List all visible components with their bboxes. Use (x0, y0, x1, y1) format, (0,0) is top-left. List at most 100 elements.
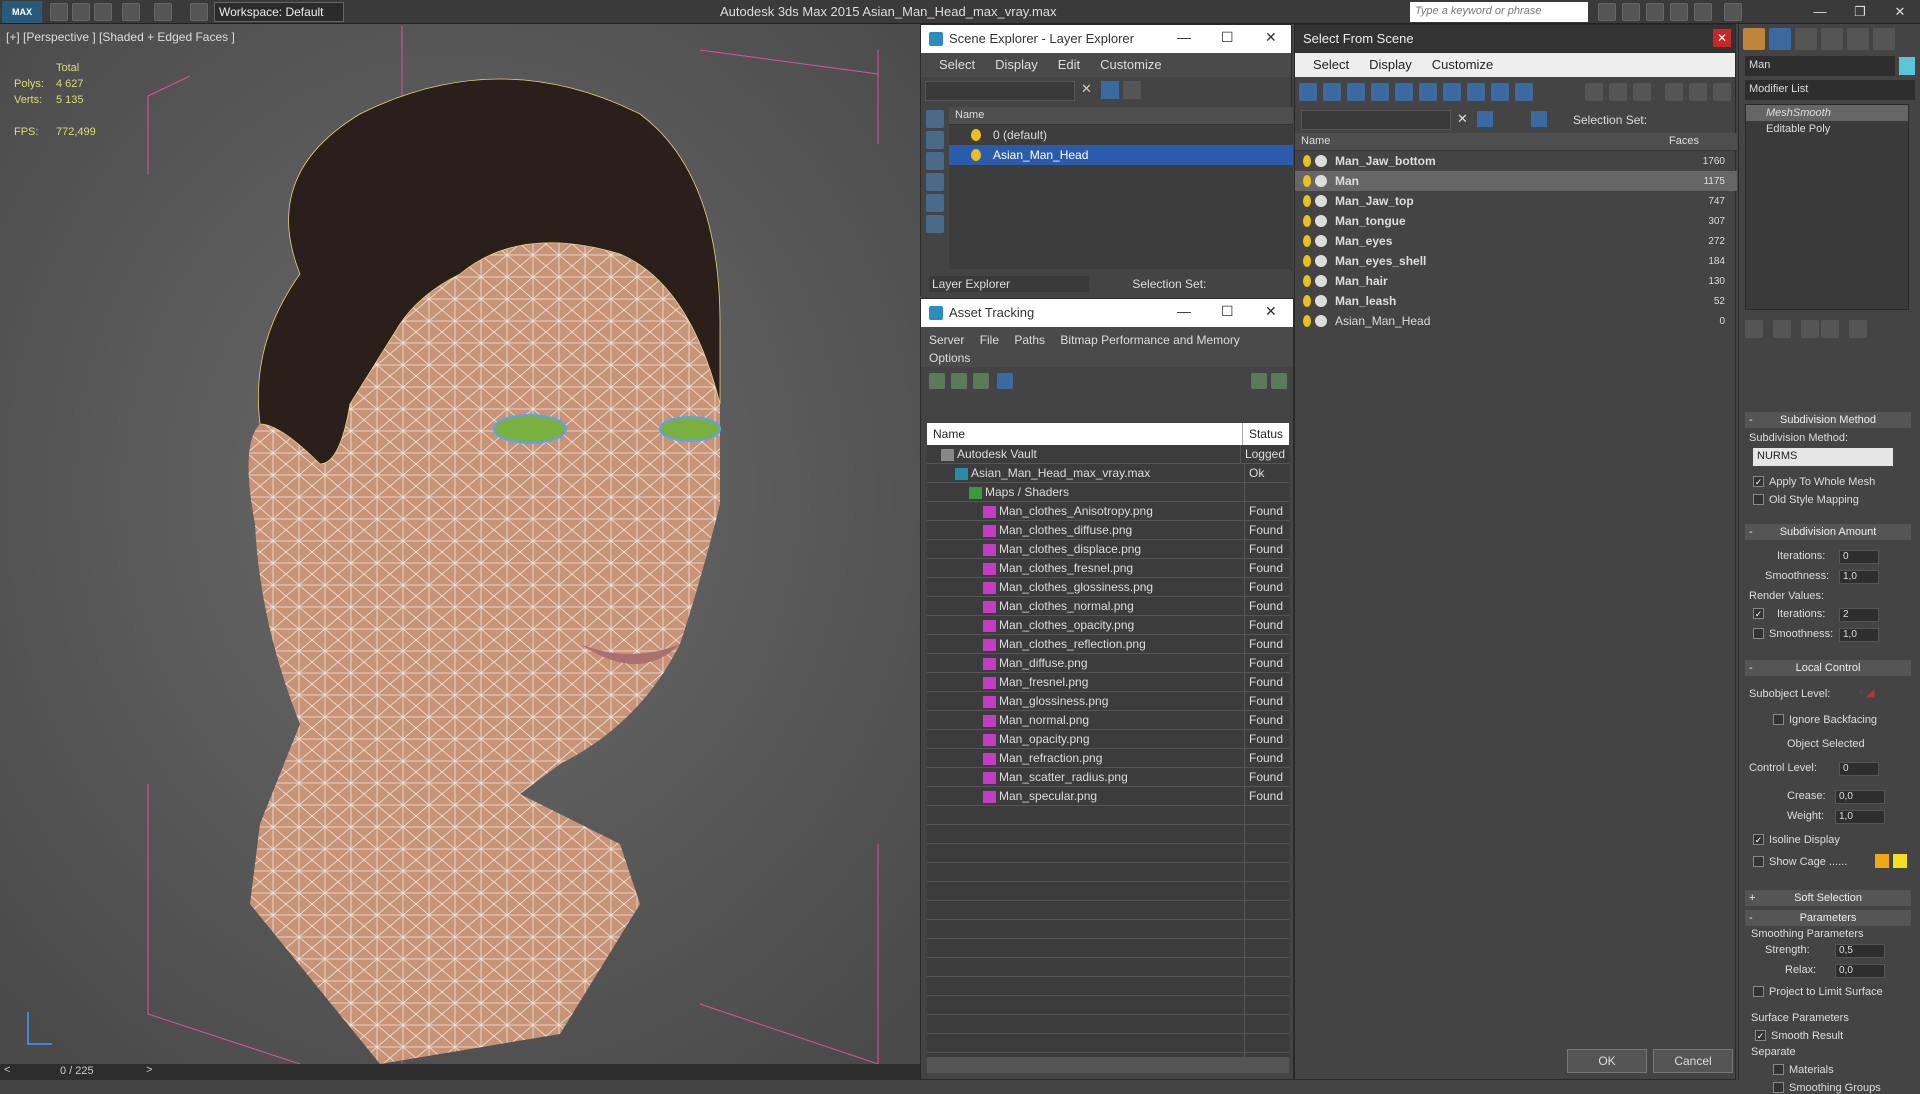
object-row[interactable]: Man_eyes 272 (1295, 231, 1737, 251)
motion-tab-icon[interactable] (1821, 28, 1843, 50)
pin-stack-icon[interactable] (1745, 320, 1763, 338)
object-name-field[interactable]: Man (1745, 56, 1895, 76)
project-limit-checkbox[interactable] (1753, 986, 1764, 997)
time-slider[interactable]: < 0 / 225 > (0, 1064, 922, 1080)
filter-icon[interactable] (1101, 81, 1119, 99)
rollout-local-control[interactable]: - Local Control (1745, 660, 1911, 676)
binoculars-icon[interactable] (1598, 3, 1616, 21)
bulb-icon[interactable] (971, 149, 981, 161)
menu-customize[interactable]: Customize (1090, 53, 1171, 77)
subdiv-method-dropdown[interactable]: NURMS (1753, 448, 1893, 466)
asset-row[interactable]: Man_clothes_opacity.png Found (927, 616, 1289, 635)
hierarchy-tab-icon[interactable] (1795, 28, 1817, 50)
asset-row[interactable]: Man_scatter_radius.png Found (927, 768, 1289, 787)
explorer-type-dropdown[interactable]: Layer Explorer (929, 276, 1089, 292)
menu-paths[interactable]: Paths (1014, 333, 1045, 347)
render-smoothness-spinner[interactable]: 1,0 (1839, 628, 1879, 642)
bulb-icon[interactable] (1303, 315, 1311, 327)
display-helpers-icon[interactable] (926, 194, 944, 212)
smoothness-spinner[interactable]: 1,0 (1839, 570, 1879, 584)
tools-icon[interactable] (1622, 3, 1640, 21)
find-input[interactable] (1301, 110, 1451, 130)
undo-icon[interactable] (122, 3, 140, 21)
asset-row[interactable]: Man_clothes_reflection.png Found (927, 635, 1289, 654)
select-from-scene-titlebar[interactable]: Select From Scene ✕ (1295, 25, 1735, 53)
menu-edit[interactable]: Edit (1048, 53, 1090, 77)
close-x-icon[interactable] (1694, 3, 1712, 21)
asset-row[interactable]: Man_clothes_fresnel.png Found (927, 559, 1289, 578)
workspace-dropdown[interactable]: Workspace: Default (214, 2, 344, 22)
filter-xrefs-icon[interactable] (1467, 83, 1485, 101)
iterations-spinner[interactable]: 0 (1839, 550, 1879, 564)
rollout-subdivision-method[interactable]: - Subdivision Method (1745, 412, 1911, 428)
object-row[interactable]: Man_tongue 307 (1295, 211, 1737, 231)
apply-whole-mesh-checkbox[interactable]: ✓ (1753, 476, 1764, 487)
asset-row[interactable]: Man_clothes_diffuse.png Found (927, 521, 1289, 540)
modifier-list-dropdown[interactable]: Modifier List (1745, 80, 1915, 100)
select-invert-icon[interactable] (1633, 83, 1651, 101)
display-spacewarps-icon[interactable] (926, 215, 944, 233)
configure-sets-icon[interactable] (1849, 320, 1867, 338)
redo-icon[interactable] (154, 3, 172, 21)
horizontal-scrollbar[interactable] (927, 1057, 1289, 1073)
menu-bitmap-performance[interactable]: Bitmap Performance and Memory (1060, 333, 1239, 347)
minimize-icon[interactable]: — (1177, 29, 1191, 45)
control-level-spinner[interactable]: 0 (1839, 762, 1879, 776)
filter-helpers-icon[interactable] (1395, 83, 1413, 101)
object-row[interactable]: Man_hair 130 (1295, 271, 1737, 291)
asset-row[interactable]: Man_normal.png Found (927, 711, 1289, 730)
asset-row[interactable]: Man_glossiness.png Found (927, 692, 1289, 711)
project-folder-icon[interactable] (190, 3, 208, 21)
prev-frame-icon[interactable]: < (4, 1064, 10, 1076)
cage-color-swatch[interactable] (1875, 854, 1889, 868)
menu-customize[interactable]: Customize (1422, 53, 1503, 77)
asset-row[interactable]: Man_opacity.png Found (927, 730, 1289, 749)
relax-spinner[interactable]: 0,0 (1835, 964, 1885, 978)
bulb-icon[interactable] (1303, 195, 1311, 207)
minimize-icon[interactable]: — (1177, 303, 1191, 319)
scene-search-input[interactable] (925, 81, 1075, 101)
filter-shapes-icon[interactable] (1323, 83, 1341, 101)
maximize-icon[interactable]: ☐ (1221, 29, 1234, 46)
asset-row[interactable]: Man_clothes_normal.png Found (927, 597, 1289, 616)
close-icon[interactable]: ✕ (1265, 303, 1277, 320)
open-file-icon[interactable] (72, 3, 90, 21)
asset-row[interactable]: Man_specular.png Found (927, 787, 1289, 806)
bulb-icon[interactable] (1303, 215, 1311, 227)
hierarchy-icon[interactable] (1689, 83, 1707, 101)
close-icon[interactable]: ✕ (1265, 29, 1277, 46)
perspective-viewport[interactable]: [+] [Perspective ] [Shaded + Edged Faces… (0, 24, 922, 1064)
bulb-icon[interactable] (1303, 175, 1311, 187)
asset-row[interactable]: Man_refraction.png Found (927, 749, 1289, 768)
bulb-icon[interactable] (1303, 275, 1311, 287)
render-iterations-spinner[interactable]: 2 (1839, 608, 1879, 622)
object-row-selected[interactable]: Man 1175 (1295, 171, 1737, 191)
vertex-level-icon[interactable]: ◦ ◢ (1859, 686, 1874, 699)
filter-options-icon[interactable] (1665, 83, 1683, 101)
strength-spinner[interactable]: 0,5 (1835, 944, 1885, 958)
show-end-result-icon[interactable] (1773, 320, 1791, 338)
asset-row[interactable]: Maps / Shaders (927, 483, 1289, 502)
show-cage-checkbox[interactable] (1753, 856, 1764, 867)
isoline-display-checkbox[interactable]: ✓ (1753, 834, 1764, 845)
asset-row[interactable]: Man_clothes_displace.png Found (927, 540, 1289, 559)
display-lights-icon[interactable] (926, 152, 944, 170)
menu-display[interactable]: Display (985, 53, 1048, 77)
render-iterations-checkbox[interactable]: ✓ (1753, 608, 1764, 619)
filter-lights-icon[interactable] (1347, 83, 1365, 101)
modify-tab-icon[interactable] (1769, 28, 1791, 50)
table-view-icon[interactable] (997, 373, 1013, 389)
star-icon[interactable] (1670, 3, 1688, 21)
asset-row[interactable]: Autodesk Vault Logged (927, 445, 1289, 464)
asset-row[interactable]: Man_diffuse.png Found (927, 654, 1289, 673)
menu-options[interactable]: Options (929, 351, 970, 365)
ok-button[interactable]: OK (1567, 1049, 1647, 1073)
help-icon[interactable] (1724, 3, 1742, 21)
menu-select[interactable]: Select (1303, 53, 1359, 77)
filter-geometry-icon[interactable] (1299, 83, 1317, 101)
display-cameras-icon[interactable] (926, 173, 944, 191)
close-icon[interactable]: ✕ (1713, 29, 1731, 47)
menu-select[interactable]: Select (929, 53, 985, 77)
menu-file[interactable]: File (980, 333, 999, 347)
stack-item-meshsmooth[interactable]: MeshSmooth (1746, 105, 1908, 121)
